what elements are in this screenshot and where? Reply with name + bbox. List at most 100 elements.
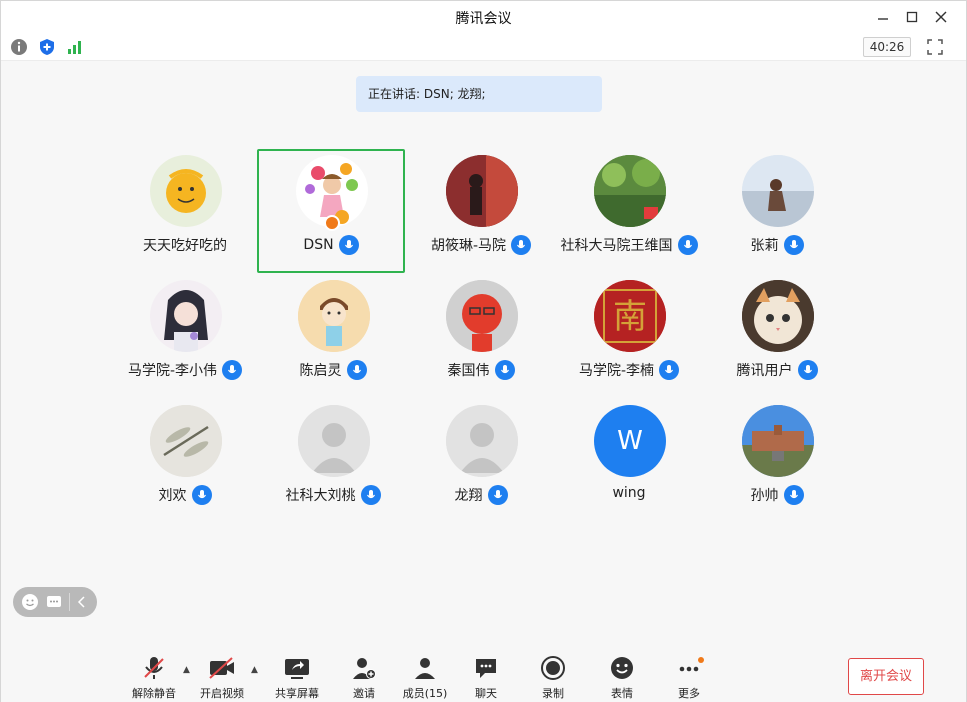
participant-name: 马学院-李小伟	[127, 363, 218, 379]
participant-name: 胡筱琳-马院	[430, 238, 507, 254]
participant-tile-active[interactable]: DSN	[257, 149, 405, 273]
more-button[interactable]: 更多	[657, 655, 721, 701]
minimize-button[interactable]	[873, 7, 893, 27]
smile-icon	[611, 657, 633, 679]
participant-tile[interactable]: 陈启灵	[259, 274, 407, 398]
microphone-icon	[511, 235, 532, 255]
network-signal-icon[interactable]	[66, 38, 84, 56]
record-icon	[541, 656, 565, 680]
avatar	[594, 155, 666, 227]
close-icon	[935, 11, 947, 23]
share-screen-button[interactable]: 共享屏幕	[265, 655, 329, 701]
participant-tile[interactable]: 张莉	[703, 149, 851, 273]
minimize-icon	[878, 18, 888, 20]
more-dots-icon	[679, 657, 704, 672]
participant-tile[interactable]: 龙翔	[407, 399, 555, 523]
microphone-icon	[494, 360, 515, 380]
speaking-indicator: 正在讲话: DSN; 龙翔;	[356, 76, 602, 112]
info-icon[interactable]	[10, 38, 28, 56]
participant-tile[interactable]: 秦国伟	[407, 274, 555, 398]
avatar	[446, 155, 518, 227]
letter-avatar: W	[594, 405, 666, 477]
members-button[interactable]: 成员(15)	[393, 655, 457, 701]
meeting-info-bar: 40:26	[1, 33, 966, 61]
close-button[interactable]	[931, 7, 951, 27]
participant-name: 社科大马院王维国	[560, 238, 673, 254]
record-button[interactable]: 录制	[521, 655, 585, 701]
add-person-icon	[353, 658, 376, 679]
audio-options-caret-icon[interactable]: ▲	[183, 665, 190, 675]
participant-name: 刘欢	[158, 488, 187, 504]
title-bar: 腾讯会议	[1, 1, 966, 33]
microphone-icon	[783, 485, 804, 505]
window-title: 腾讯会议	[455, 11, 512, 27]
default-avatar	[446, 405, 518, 477]
microphone-icon	[222, 360, 243, 380]
microphone-icon	[783, 235, 804, 255]
microphone-icon	[338, 235, 359, 255]
meeting-window: 腾讯会议 40:26 正在讲话: DSN; 龙翔; 天天吃好吃的 DSN 胡筱琳…	[0, 0, 967, 702]
mic-muted-icon	[144, 657, 164, 679]
participant-tile[interactable]: 刘欢	[111, 399, 259, 523]
microphone-icon	[677, 235, 698, 255]
unmute-button[interactable]: 解除静音	[122, 655, 186, 701]
avatar	[742, 405, 814, 477]
microphone-icon	[797, 360, 818, 380]
participant-name: 孙帅	[750, 488, 779, 504]
microphone-icon	[659, 360, 680, 380]
chat-icon	[476, 659, 496, 678]
participant-name: 马学院-李楠	[578, 363, 655, 379]
participant-tile[interactable]: 胡筱琳-马院	[407, 149, 555, 273]
avatar: 南	[594, 280, 666, 352]
chat-button[interactable]: 聊天	[454, 655, 518, 701]
svg-text:南: 南	[613, 297, 647, 337]
participant-tile[interactable]: 南 马学院-李楠	[555, 274, 703, 398]
participant-tile[interactable]: 社科大刘桃	[259, 399, 407, 523]
invite-button[interactable]: 邀请	[332, 655, 396, 701]
reactions-button[interactable]: 表情	[590, 655, 654, 701]
maximize-button[interactable]	[902, 7, 922, 27]
participant-tile[interactable]: 孙帅	[703, 399, 851, 523]
host-badge-icon	[324, 215, 340, 231]
microphone-icon	[360, 485, 381, 505]
avatar	[150, 155, 222, 227]
chevron-left-icon	[77, 596, 85, 608]
start-video-button[interactable]: 开启视频	[190, 655, 254, 701]
share-screen-icon	[285, 659, 309, 679]
leave-meeting-button[interactable]: 离开会议	[848, 658, 924, 695]
participant-tile[interactable]: 社科大马院王维国	[555, 149, 703, 273]
participant-name: 秦国伟	[447, 363, 490, 379]
participant-name: 天天吃好吃的	[143, 238, 227, 254]
video-options-caret-icon[interactable]: ▲	[251, 665, 258, 675]
avatar	[446, 280, 518, 352]
participant-name: 腾讯用户	[736, 363, 793, 379]
avatar	[298, 280, 370, 352]
avatar	[150, 405, 222, 477]
default-avatar	[298, 405, 370, 477]
microphone-icon	[487, 485, 508, 505]
participant-name: DSN	[303, 237, 334, 253]
fullscreen-icon[interactable]	[926, 38, 944, 56]
avatar	[150, 280, 222, 352]
emoji-icon	[22, 594, 38, 610]
avatar	[742, 280, 814, 352]
camera-off-icon	[209, 657, 234, 679]
avatar	[742, 155, 814, 227]
participant-tile[interactable]: 天天吃好吃的	[111, 149, 259, 273]
participant-name: 社科大刘桃	[285, 488, 356, 504]
participant-tile[interactable]: 马学院-李小伟	[111, 274, 259, 398]
participant-tile[interactable]: W wing	[555, 399, 703, 523]
bottom-toolbar: 解除静音 ▲ 开启视频 ▲ 共享屏幕 邀请 成员(15) 聊天 录制 表情 更多…	[1, 641, 966, 702]
maximize-icon	[906, 11, 918, 23]
participant-name: 陈启灵	[299, 363, 342, 379]
microphone-icon	[191, 485, 212, 505]
avatar-letter: W	[617, 426, 643, 456]
floating-reaction-bar[interactable]	[13, 587, 97, 617]
participant-tile[interactable]: 腾讯用户	[703, 274, 851, 398]
participant-name: 龙翔	[454, 488, 483, 504]
members-icon	[415, 658, 435, 679]
microphone-icon	[346, 360, 367, 380]
participant-name: 张莉	[750, 238, 779, 254]
participant-name: wing	[612, 485, 646, 501]
security-shield-icon[interactable]	[38, 38, 56, 56]
